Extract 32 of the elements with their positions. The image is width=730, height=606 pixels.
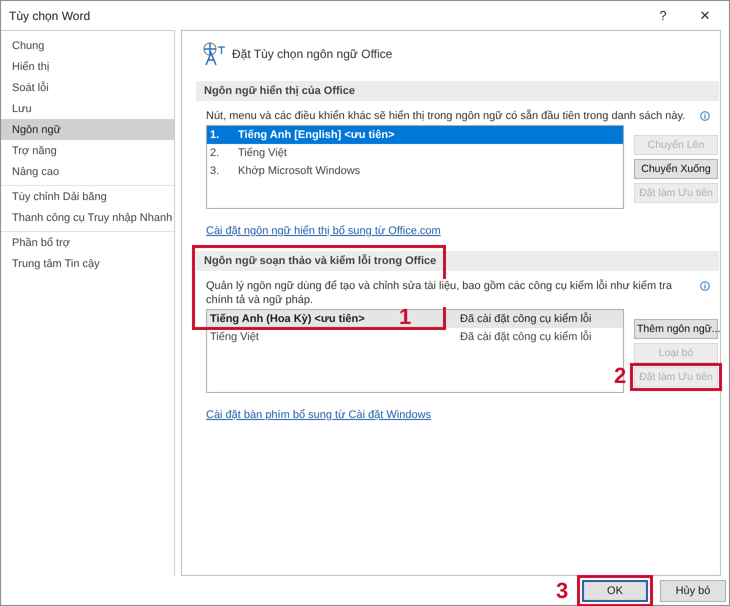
section-header: Ngôn ngữ soạn thảo và kiểm lỗi trong Office	[196, 251, 719, 271]
close-button[interactable]: ✕	[687, 8, 723, 23]
sidebar-item[interactable]: Nâng cao	[1, 161, 174, 182]
sidebar-item[interactable]: Trợ năng	[1, 140, 174, 161]
dialog-button[interactable]: Hủy bỏ	[660, 580, 726, 602]
sidebar-item[interactable]: Thanh công cụ Truy nhập Nhanh	[1, 207, 174, 228]
sidebar-item[interactable]: Ngôn ngữ	[1, 119, 174, 140]
list-button[interactable]: Chuyển Xuống	[634, 159, 718, 179]
sidebar-item[interactable]: Hiển thị	[1, 56, 174, 77]
language-item[interactable]: 2. Tiếng Việt	[207, 144, 623, 162]
list-button[interactable]: Thêm ngôn ngữ...	[634, 319, 718, 339]
settings-link[interactable]: Cài đặt ngôn ngữ hiển thị bổ sung từ Office.com	[196, 209, 451, 239]
language-item[interactable]: Tiếng Anh (Hoa Kỳ) <ưu tiên> 1 Đã cài đặt công cụ kiểm lỗi	[207, 310, 623, 328]
language-item[interactable]: 3. Khớp Microsoft Windows	[207, 162, 623, 180]
sidebar-item[interactable]: Tùy chỉnh Dải băng	[1, 186, 174, 207]
settings-link[interactable]: Cài đặt bàn phím bổ sung từ Cài đặt Windows	[196, 393, 442, 423]
info-icon	[700, 111, 710, 121]
page-title: Đặt Tùy chọn ngôn ngữ Office	[232, 47, 392, 61]
language-item[interactable]: Tiếng Việt Đã cài đặt công cụ kiểm lỗi	[207, 328, 623, 346]
window-title: Tùy chọn Word	[9, 8, 92, 22]
dialog-button[interactable]: OK	[582, 580, 648, 602]
sidebar-item[interactable]: Lưu	[1, 98, 174, 119]
sidebar-item[interactable]: Trung tâm Tin cậy	[1, 253, 174, 274]
language-item[interactable]: 1. Tiếng Anh [English] <ưu tiên>	[207, 126, 623, 144]
info-icon	[700, 281, 710, 291]
help-button[interactable]: ?	[645, 8, 681, 23]
annotation-number: 2	[614, 363, 626, 389]
sidebar-item[interactable]: Phần bổ trợ	[1, 232, 174, 253]
annotation-number: 3	[556, 578, 568, 604]
section-header: Ngôn ngữ hiển thị của Office	[196, 81, 719, 101]
sidebar-item[interactable]: Soát lỗi	[1, 77, 174, 98]
sidebar-item[interactable]: Chung	[1, 35, 174, 56]
